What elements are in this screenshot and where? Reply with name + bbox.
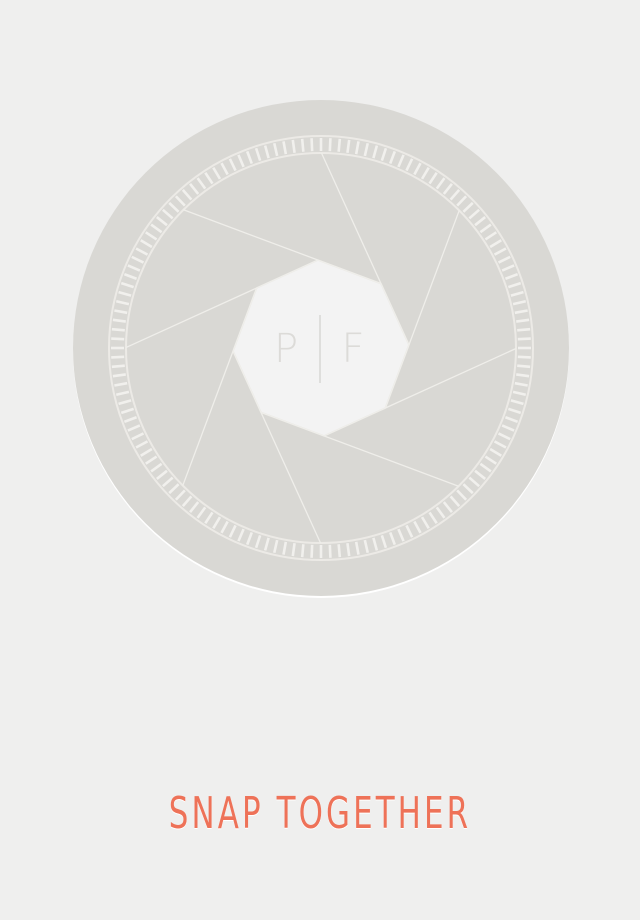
tick-mark <box>111 327 125 332</box>
tick-mark <box>300 138 305 152</box>
tick-mark <box>111 355 125 359</box>
tick-mark <box>517 327 531 332</box>
tick-mark <box>310 138 314 152</box>
tick-mark <box>112 373 126 378</box>
tick-mark <box>516 373 530 378</box>
tick-mark <box>300 544 305 558</box>
tick-mark <box>328 138 332 152</box>
tick-mark <box>516 318 530 323</box>
aperture-logo: P F <box>73 100 569 598</box>
tick-mark <box>291 139 296 153</box>
tick-mark <box>310 544 314 558</box>
tick-mark <box>112 318 126 323</box>
logo-letter-p: P <box>274 326 298 372</box>
tick-mark <box>517 337 531 341</box>
tick-mark <box>337 544 342 558</box>
tick-mark <box>346 139 351 153</box>
tick-mark <box>111 364 125 369</box>
tick-mark <box>328 544 332 558</box>
tick-mark <box>517 364 531 369</box>
tick-mark <box>337 138 342 152</box>
tick-mark <box>291 543 296 557</box>
tick-mark <box>517 355 531 359</box>
logo-letter-f: F <box>341 326 364 372</box>
tick-mark <box>111 337 125 341</box>
tagline: SNAP TOGETHER <box>168 788 472 839</box>
tick-mark <box>346 543 351 557</box>
